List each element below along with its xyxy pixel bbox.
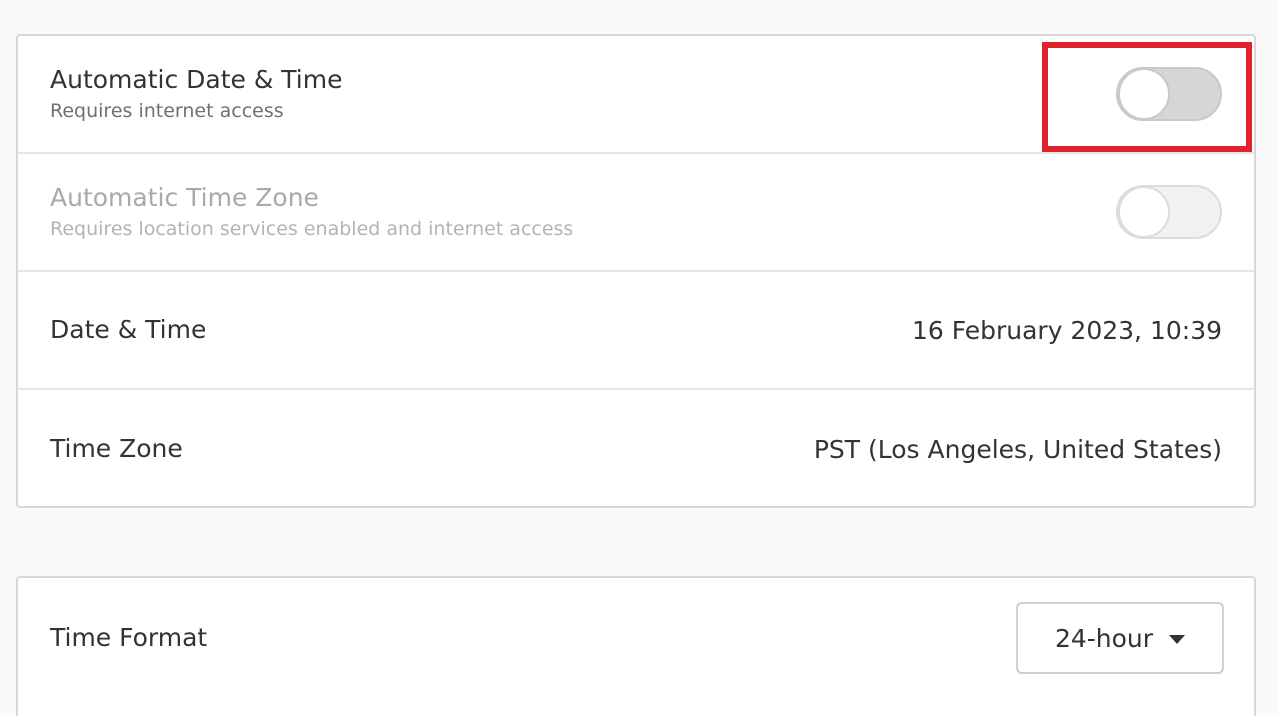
date-time-title: Date & Time: [50, 315, 207, 344]
time-format-row: Time Format 24-hour: [18, 578, 1254, 698]
switch-knob: [1118, 68, 1170, 120]
time-format-selected: 24-hour: [1054, 623, 1154, 653]
automatic-time-zone-title: Automatic Time Zone: [50, 183, 319, 212]
automatic-date-time-switch[interactable]: [1116, 67, 1222, 121]
automatic-date-time-title: Automatic Date & Time: [50, 65, 343, 94]
date-time-settings-panel: Automatic Date & Time Requires internet …: [16, 34, 1256, 508]
automatic-time-zone-switch: [1116, 185, 1222, 239]
date-time-value: 16 February 2023, 10:39: [911, 315, 1222, 345]
time-format-dropdown[interactable]: 24-hour: [1016, 602, 1224, 674]
automatic-time-zone-subtitle: Requires location services enabled and i…: [50, 218, 574, 240]
date-time-row[interactable]: Date & Time 16 February 2023, 10:39: [18, 272, 1254, 390]
automatic-date-time-subtitle: Requires internet access: [50, 100, 284, 122]
time-format-title: Time Format: [50, 623, 208, 652]
time-format-panel: Time Format 24-hour: [16, 576, 1256, 716]
time-zone-title: Time Zone: [50, 434, 183, 463]
time-zone-row[interactable]: Time Zone PST (Los Angeles, United State…: [18, 390, 1254, 508]
automatic-time-zone-row: Automatic Time Zone Requires location se…: [18, 154, 1254, 272]
automatic-date-time-row: Automatic Date & Time Requires internet …: [18, 36, 1254, 154]
chevron-down-icon: [1169, 634, 1186, 644]
switch-knob: [1118, 186, 1170, 238]
time-zone-value: PST (Los Angeles, United States): [813, 434, 1222, 464]
